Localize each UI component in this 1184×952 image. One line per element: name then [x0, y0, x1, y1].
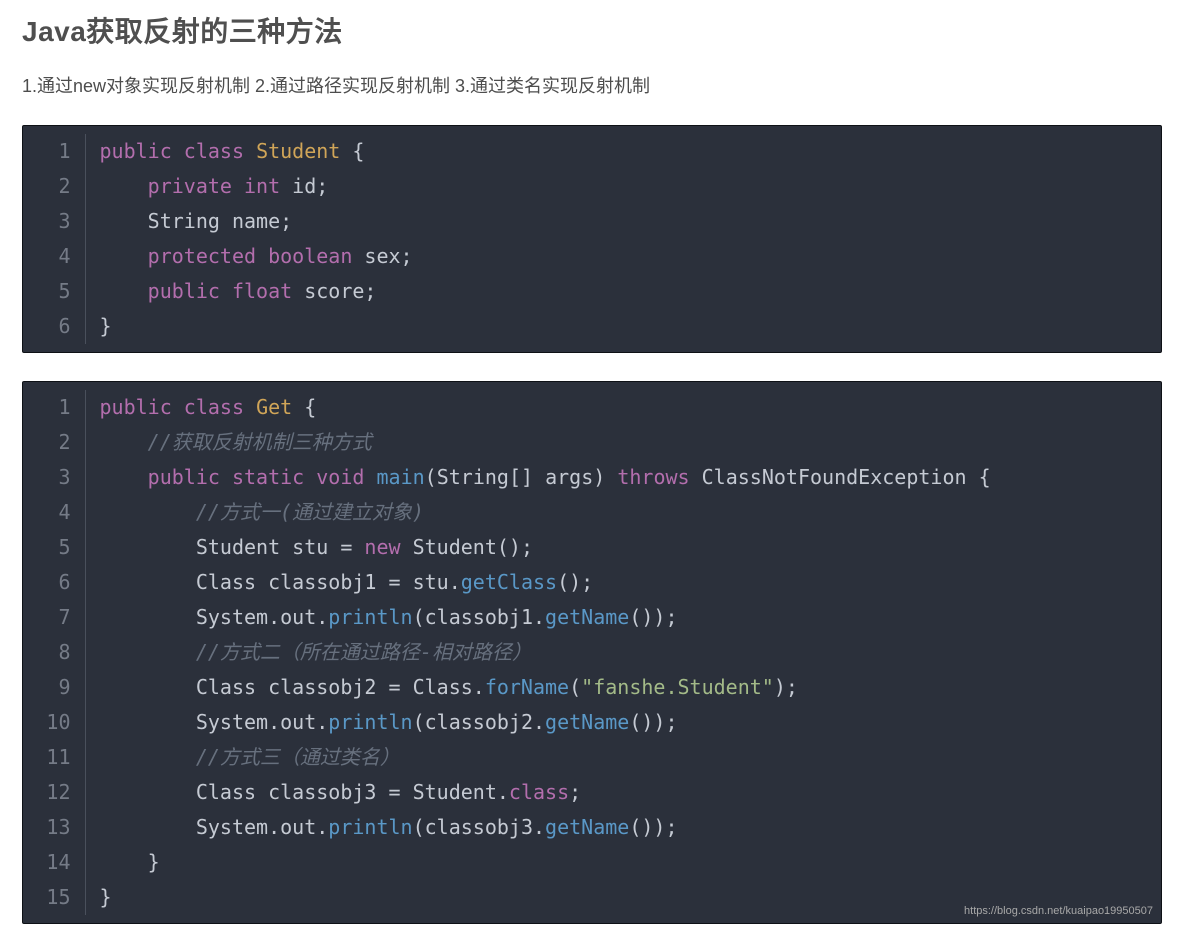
code-line: 1public class Get { [23, 390, 991, 425]
code-line: 3 public static void main(String[] args)… [23, 460, 991, 495]
code-content: } [85, 845, 991, 880]
line-number: 10 [23, 705, 85, 740]
code-line: 15} [23, 880, 991, 915]
code-content: public class Student { [85, 134, 413, 169]
code-line: 5 public float score; [23, 274, 413, 309]
line-number: 2 [23, 425, 85, 460]
code-line: 4 //方式一(通过建立对象) [23, 495, 991, 530]
code-line: 5 Student stu = new Student(); [23, 530, 991, 565]
code-line: 13 System.out.println(classobj3.getName(… [23, 810, 991, 845]
code-content: //获取反射机制三种方式 [85, 425, 991, 460]
code-content: public class Get { [85, 390, 991, 425]
line-number: 1 [23, 390, 85, 425]
code-content: Class classobj3 = Student.class; [85, 775, 991, 810]
line-number: 11 [23, 740, 85, 775]
footer-url: https://blog.csdn.net/kuaipao19950507 [964, 905, 1153, 917]
line-number: 3 [23, 460, 85, 495]
code-line: 3 String name; [23, 204, 413, 239]
code-content: public static void main(String[] args) t… [85, 460, 991, 495]
code-line: 1public class Student { [23, 134, 413, 169]
code-content: //方式二（所在通过路径-相对路径） [85, 635, 991, 670]
code-line: 11 //方式三（通过类名） [23, 740, 991, 775]
line-number: 9 [23, 670, 85, 705]
line-number: 12 [23, 775, 85, 810]
code-line: 14 } [23, 845, 991, 880]
code-content: } [85, 880, 991, 915]
code-line: 2 //获取反射机制三种方式 [23, 425, 991, 460]
code-line: 10 System.out.println(classobj2.getName(… [23, 705, 991, 740]
code-content: private int id; [85, 169, 413, 204]
line-number: 3 [23, 204, 85, 239]
line-number: 8 [23, 635, 85, 670]
code-content: //方式一(通过建立对象) [85, 495, 991, 530]
code-content: System.out.println(classobj3.getName()); [85, 810, 991, 845]
line-number: 15 [23, 880, 85, 915]
code-line: 9 Class classobj2 = Class.forName("fansh… [23, 670, 991, 705]
code-content: public float score; [85, 274, 413, 309]
code-content: } [85, 309, 413, 344]
code-line: 6} [23, 309, 413, 344]
line-number: 6 [23, 309, 85, 344]
code-block-1: 1public class Student {2 private int id;… [22, 125, 1162, 353]
code-content: //方式三（通过类名） [85, 740, 991, 775]
code-line: 7 System.out.println(classobj1.getName()… [23, 600, 991, 635]
line-number: 1 [23, 134, 85, 169]
code-content: System.out.println(classobj2.getName()); [85, 705, 991, 740]
code-line: 8 //方式二（所在通过路径-相对路径） [23, 635, 991, 670]
code-content: String name; [85, 204, 413, 239]
line-number: 14 [23, 845, 85, 880]
line-number: 4 [23, 495, 85, 530]
code-content: Class classobj2 = Class.forName("fanshe.… [85, 670, 991, 705]
line-number: 4 [23, 239, 85, 274]
line-number: 13 [23, 810, 85, 845]
line-number: 2 [23, 169, 85, 204]
code-line: 6 Class classobj1 = stu.getClass(); [23, 565, 991, 600]
line-number: 7 [23, 600, 85, 635]
line-number: 5 [23, 274, 85, 309]
code-content: System.out.println(classobj1.getName()); [85, 600, 991, 635]
line-number: 6 [23, 565, 85, 600]
code-content: Class classobj1 = stu.getClass(); [85, 565, 991, 600]
code-line: 2 private int id; [23, 169, 413, 204]
code-block-2: 1public class Get {2 //获取反射机制三种方式3 publi… [22, 381, 1162, 924]
code-line: 4 protected boolean sex; [23, 239, 413, 274]
page-title: Java获取反射的三种方法 [22, 10, 1162, 50]
code-content: Student stu = new Student(); [85, 530, 991, 565]
code-line: 12 Class classobj3 = Student.class; [23, 775, 991, 810]
intro-text: 1.通过new对象实现反射机制 2.通过路径实现反射机制 3.通过类名实现反射机… [22, 72, 1162, 101]
line-number: 5 [23, 530, 85, 565]
code-content: protected boolean sex; [85, 239, 413, 274]
